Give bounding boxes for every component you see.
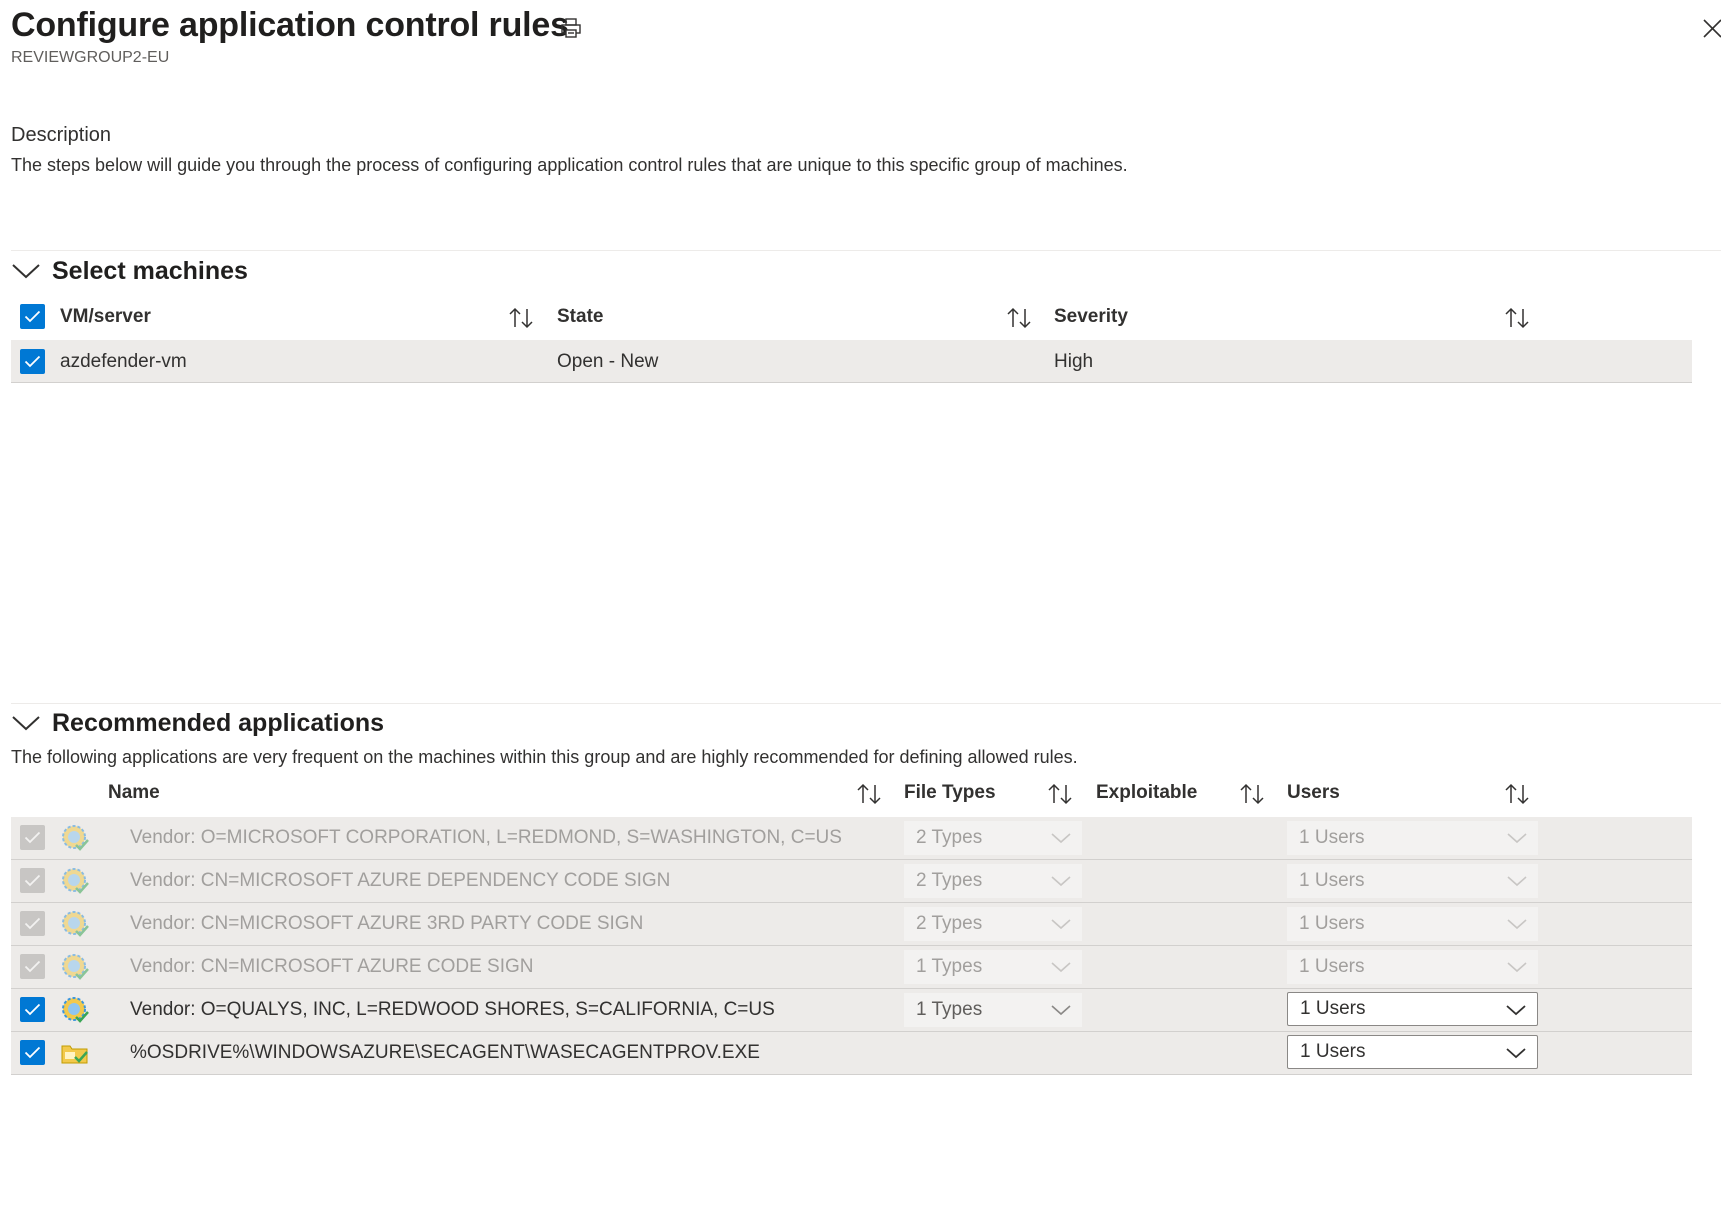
app-name: Vendor: CN=MICROSOFT AZURE CODE SIGN xyxy=(130,956,534,977)
column-header-name[interactable]: Name xyxy=(108,782,160,804)
column-header-vm-server[interactable]: VM/server xyxy=(60,306,151,328)
chevron-down-icon xyxy=(1507,919,1527,930)
page-subtitle: REVIEWGROUP2-EU xyxy=(11,49,170,66)
column-header-severity[interactable]: Severity xyxy=(1054,306,1128,328)
chevron-down-icon xyxy=(1506,1048,1526,1059)
close-button[interactable] xyxy=(1698,10,1721,44)
chevron-down-icon xyxy=(1507,833,1527,844)
checkmark-icon xyxy=(24,355,41,368)
select-machines-title: Select machines xyxy=(52,256,248,285)
chevron-down-icon xyxy=(1051,876,1071,887)
chevron-down-icon xyxy=(1051,1005,1071,1016)
file-types-value: 2 Types xyxy=(916,870,983,891)
sort-icon[interactable] xyxy=(1504,307,1530,329)
checkmark-icon xyxy=(24,917,41,930)
file-types-value: 2 Types xyxy=(916,913,983,934)
app-name: Vendor: CN=MICROSOFT AZURE DEPENDENCY CO… xyxy=(130,870,671,891)
file-path-icon xyxy=(61,1045,88,1064)
file-types-value: 1 Types xyxy=(916,999,983,1020)
chevron-down-icon xyxy=(12,716,40,731)
description-label: Description xyxy=(11,124,112,146)
certificate-icon xyxy=(62,954,89,980)
sort-icon[interactable] xyxy=(1239,783,1265,805)
vm-name: azdefender-vm xyxy=(60,351,187,372)
vm-state: Open - New xyxy=(557,351,659,372)
chevron-down-icon xyxy=(1506,1005,1526,1016)
users-value: 1 Users xyxy=(1300,998,1366,1019)
recommended-intro: The following applications are very freq… xyxy=(11,747,1078,767)
app-row-checkbox xyxy=(20,911,45,936)
file-types-dropdown: 2 Types xyxy=(904,864,1082,898)
column-header-exploitable[interactable]: Exploitable xyxy=(1096,782,1197,804)
sort-icon[interactable] xyxy=(1504,783,1530,805)
divider xyxy=(11,703,1721,704)
sort-icon[interactable] xyxy=(856,783,882,805)
app-name: %OSDRIVE%\WINDOWSAZURE\SECAGENT\WASECAGE… xyxy=(130,1042,760,1063)
checkmark-icon xyxy=(24,874,41,887)
app-row-checkbox xyxy=(20,825,45,850)
users-value: 1 Users xyxy=(1299,956,1365,977)
chevron-down-icon xyxy=(12,264,40,279)
file-types-value: 1 Types xyxy=(916,956,983,977)
chevron-down-icon xyxy=(1051,962,1071,973)
chevron-down-icon xyxy=(1051,919,1071,930)
recommended-applications-title: Recommended applications xyxy=(52,708,385,737)
machine-row-checkbox[interactable] xyxy=(20,349,45,374)
app-row-checkbox xyxy=(20,868,45,893)
checkmark-icon xyxy=(24,960,41,973)
sort-icon[interactable] xyxy=(508,307,534,329)
column-header-file-types[interactable]: File Types xyxy=(904,782,996,804)
description-text: The steps below will guide you through t… xyxy=(11,155,1128,175)
select-all-machines-checkbox[interactable] xyxy=(20,304,45,329)
page-title: Configure application control rules xyxy=(11,6,569,44)
divider xyxy=(11,250,1721,251)
file-types-dropdown: 1 Types xyxy=(904,950,1082,984)
users-dropdown: 1 Users xyxy=(1287,950,1538,984)
app-row-checkbox[interactable] xyxy=(20,997,45,1022)
checkmark-icon xyxy=(24,1003,41,1016)
users-value: 1 Users xyxy=(1299,827,1365,848)
checkmark-icon xyxy=(24,831,41,844)
file-types-dropdown: 2 Types xyxy=(904,821,1082,855)
select-machines-toggle[interactable]: Select machines xyxy=(11,253,248,289)
certificate-icon xyxy=(62,868,89,894)
checkmark-icon xyxy=(24,310,41,323)
users-value: 1 Users xyxy=(1299,913,1365,934)
close-icon xyxy=(1703,19,1721,38)
sort-icon[interactable] xyxy=(1006,307,1032,329)
app-name: Vendor: O=QUALYS, INC, L=REDWOOD SHORES,… xyxy=(130,999,775,1020)
file-types-dropdown: 2 Types xyxy=(904,907,1082,941)
users-dropdown: 1 Users xyxy=(1287,864,1538,898)
certificate-icon xyxy=(62,997,89,1023)
vm-severity: High xyxy=(1054,351,1094,372)
app-name: Vendor: CN=MICROSOFT AZURE 3RD PARTY COD… xyxy=(130,913,644,934)
sort-icon[interactable] xyxy=(1047,783,1073,805)
users-dropdown: 1 Users xyxy=(1287,907,1538,941)
recommended-applications-toggle[interactable]: Recommended applications xyxy=(11,705,384,741)
users-dropdown[interactable]: 1 Users xyxy=(1287,1035,1538,1069)
app-name: Vendor: O=MICROSOFT CORPORATION, L=REDMO… xyxy=(130,827,842,848)
column-header-users[interactable]: Users xyxy=(1287,782,1340,804)
printer-icon xyxy=(561,18,581,38)
app-row-checkbox[interactable] xyxy=(20,1040,45,1065)
users-value: 1 Users xyxy=(1299,870,1365,891)
users-dropdown[interactable]: 1 Users xyxy=(1287,992,1538,1026)
print-button[interactable] xyxy=(555,12,587,44)
file-types-dropdown[interactable]: 1 Types xyxy=(904,993,1082,1027)
chevron-down-icon xyxy=(1507,876,1527,887)
app-row-checkbox xyxy=(20,954,45,979)
users-value: 1 Users xyxy=(1300,1041,1366,1062)
checkmark-icon xyxy=(24,1046,41,1059)
certificate-icon xyxy=(62,825,89,851)
certificate-icon xyxy=(62,911,89,937)
file-types-value: 2 Types xyxy=(916,827,983,848)
table-row[interactable] xyxy=(11,340,1692,383)
column-header-state[interactable]: State xyxy=(557,306,603,328)
chevron-down-icon xyxy=(1507,962,1527,973)
users-dropdown: 1 Users xyxy=(1287,821,1538,855)
chevron-down-icon xyxy=(1051,833,1071,844)
